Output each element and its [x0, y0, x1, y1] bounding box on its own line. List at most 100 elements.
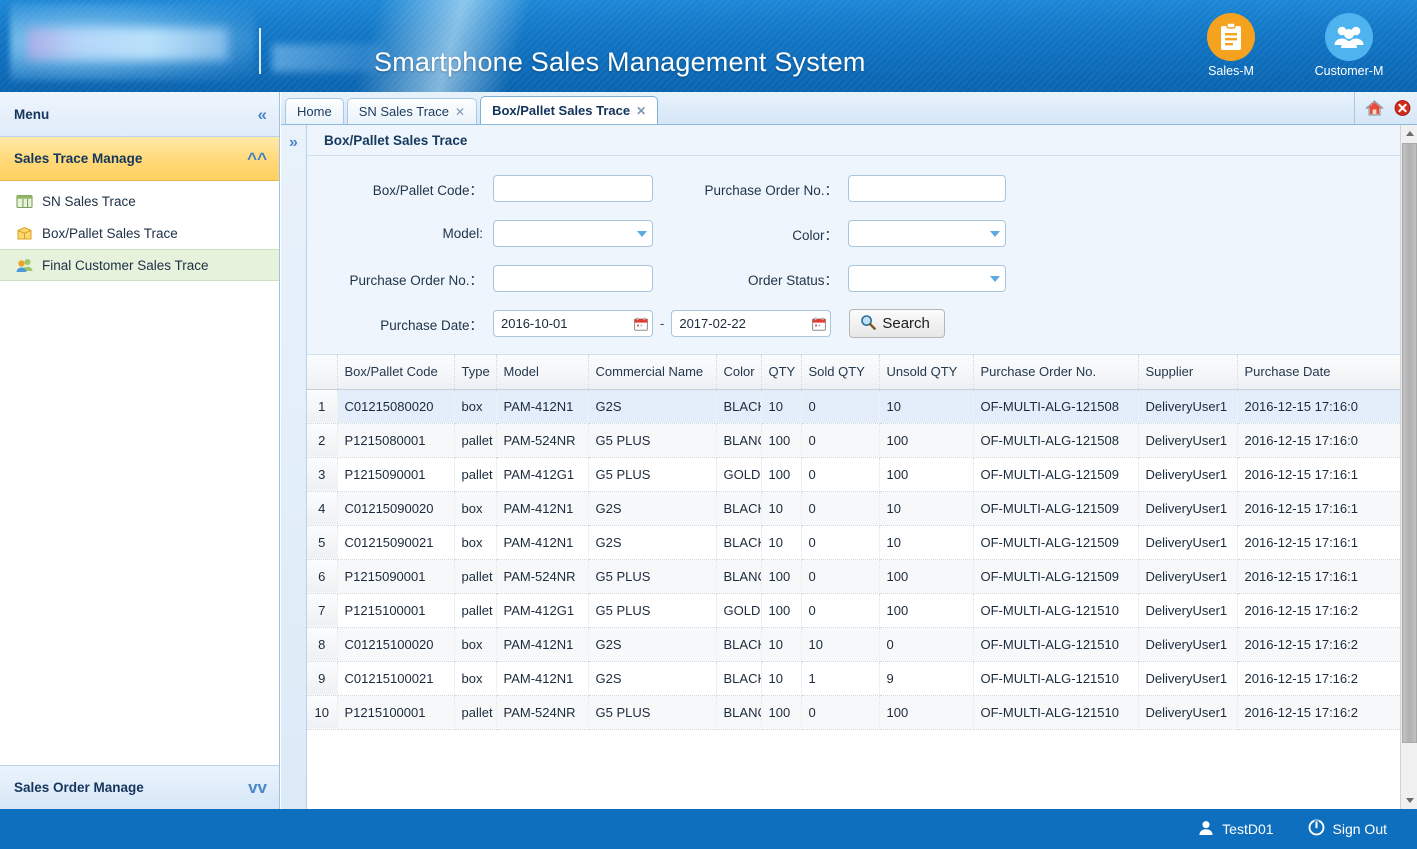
- purchase-date-from-input[interactable]: [493, 310, 653, 337]
- search-button-label: Search: [882, 315, 930, 332]
- cell-supplier: DeliveryUser1: [1138, 525, 1238, 560]
- chevron-double-left-icon[interactable]: «: [258, 106, 267, 123]
- cell-box-pallet-code: C01215100020: [337, 627, 455, 662]
- cell-model: PAM-524NR: [496, 423, 589, 458]
- scrollbar-thumb[interactable]: [1402, 143, 1417, 743]
- table-row[interactable]: 8C01215100020boxPAM-412N1G2SBLACK10100OF…: [307, 627, 1417, 662]
- cell-purchase-date: 2016-12-15 17:16:1: [1237, 525, 1417, 560]
- column-header-supplier[interactable]: Supplier: [1138, 355, 1238, 390]
- row-index: 6: [307, 559, 338, 594]
- close-all-icon[interactable]: [1389, 96, 1415, 120]
- app-banner: Smartphone Sales Management System Sales…: [0, 0, 1417, 92]
- cell-commercial-name: G2S: [588, 661, 717, 696]
- cell-model: PAM-412N1: [496, 627, 589, 662]
- table-row[interactable]: 4C01215090020boxPAM-412N1G2SBLACK10010OF…: [307, 491, 1417, 526]
- current-user[interactable]: TestD01: [1198, 820, 1274, 839]
- results-table: Box/Pallet Code Type Model Commercial Na…: [307, 355, 1417, 730]
- purchase-order-no-input[interactable]: [493, 265, 653, 292]
- purchase-date-to-wrap: [671, 310, 832, 337]
- tab-box-pallet-sales-trace[interactable]: Box/Pallet Sales Trace ✕: [480, 96, 659, 124]
- close-icon[interactable]: ✕: [455, 105, 465, 119]
- close-icon[interactable]: ✕: [636, 104, 646, 118]
- cell-type: box: [454, 525, 497, 560]
- column-header-color[interactable]: Color: [716, 355, 762, 390]
- banner-subtitle-blur: [272, 44, 382, 72]
- color-label: Color：: [792, 227, 838, 243]
- sidebar-item-label: Box/Pallet Sales Trace: [42, 225, 178, 241]
- cell-type: pallet: [454, 695, 497, 730]
- column-header-purchase-order-no[interactable]: Purchase Order No.: [973, 355, 1139, 390]
- tab-sn-sales-trace[interactable]: SN Sales Trace ✕: [346, 98, 478, 124]
- vertical-scrollbar[interactable]: [1400, 125, 1417, 809]
- status-bar: TestD01 Sign Out: [0, 809, 1417, 849]
- cell-purchase-order-no: OF-MULTI-ALG-121510: [973, 593, 1139, 628]
- chevron-double-down-icon[interactable]: vv: [248, 779, 267, 796]
- chevron-double-right-icon[interactable]: »: [289, 134, 298, 151]
- sidebar-group-sales-trace-manage[interactable]: Sales Trace Manage ^^: [0, 137, 279, 181]
- column-header-qty[interactable]: QTY: [761, 355, 802, 390]
- column-header-commercial-name[interactable]: Commercial Name: [588, 355, 717, 390]
- cell-purchase-date: 2016-12-15 17:16:2: [1237, 661, 1417, 696]
- tab-list: Home SN Sales Trace ✕ Box/Pallet Sales T…: [285, 96, 659, 124]
- chevron-double-up-icon[interactable]: ^^: [247, 150, 267, 167]
- tab-home[interactable]: Home: [285, 98, 344, 124]
- table-row[interactable]: 6P1215090001palletPAM-524NRG5 PLUSBLANC1…: [307, 559, 1417, 594]
- main-area: Home SN Sales Trace ✕ Box/Pallet Sales T…: [281, 92, 1417, 809]
- tab-bar: Home SN Sales Trace ✕ Box/Pallet Sales T…: [281, 92, 1417, 125]
- row-index: 2: [307, 423, 338, 458]
- cell-model: PAM-412N1: [496, 491, 589, 526]
- box-pallet-code-input[interactable]: [493, 175, 653, 202]
- module-sales-m[interactable]: Sales-M: [1185, 13, 1277, 78]
- table-row[interactable]: 7 P1215100001 pallet PAM-412G1 G5 PLUS GOLD 10…: [307, 593, 1417, 628]
- sidebar-item-sn-sales-trace[interactable]: SN Sales Trace: [0, 185, 279, 217]
- order-status-select[interactable]: [848, 265, 1006, 292]
- page-title: Box/Pallet Sales Trace: [307, 125, 1417, 156]
- cell-supplier: DeliveryUser1: [1138, 491, 1238, 526]
- content-area: » Box/Pallet Sales Trace Box/Pallet Code…: [281, 125, 1417, 809]
- color-select[interactable]: [848, 220, 1006, 247]
- cell-purchase-order-no: OF-MULTI-ALG-121509: [973, 491, 1139, 526]
- table-row[interactable]: 5C01215090021boxPAM-412N1G2SBLACK10010OF…: [307, 525, 1417, 560]
- cell-unsold-qty: 100: [879, 695, 974, 730]
- sidebar-item-final-customer-sales-trace[interactable]: Final Customer Sales Trace: [0, 249, 279, 281]
- column-header-unsold-qty[interactable]: Unsold QTY: [879, 355, 974, 390]
- scroll-up-arrow-icon[interactable]: [1401, 125, 1417, 142]
- column-header-model[interactable]: Model: [496, 355, 589, 390]
- cell-unsold-qty: 10: [879, 389, 974, 424]
- column-header-purchase-date[interactable]: Purchase Date: [1237, 355, 1417, 390]
- sidebar-item-box-pallet-sales-trace[interactable]: Box/Pallet Sales Trace: [0, 217, 279, 249]
- module-customer-m[interactable]: Customer-M: [1303, 13, 1395, 78]
- cell-supplier: DeliveryUser1: [1138, 457, 1238, 492]
- cell-color: GOLD: [716, 457, 762, 492]
- column-header-sold-qty[interactable]: Sold QTY: [801, 355, 880, 390]
- cell-commercial-name: G2S: [588, 491, 717, 526]
- calendar-icon[interactable]: [812, 316, 827, 331]
- purchase-date-to-input[interactable]: [671, 310, 832, 337]
- table-header-row: Box/Pallet Code Type Model Commercial Na…: [307, 355, 1417, 390]
- table-body: 1C01215080020boxPAM-412N1G2SBLACK10010OF…: [307, 389, 1417, 730]
- search-button[interactable]: Search: [849, 309, 945, 338]
- cell-color: BLACK: [716, 525, 762, 560]
- table-row[interactable]: 1C01215080020boxPAM-412N1G2SBLACK10010OF…: [307, 389, 1417, 424]
- cell-color: GOLD: [716, 593, 762, 628]
- table-row[interactable]: 9C01215100021boxPAM-412N1G2SBLACK1019OF-…: [307, 661, 1417, 696]
- purchase-order-no-input-top[interactable]: [848, 175, 1006, 202]
- home-icon[interactable]: [1361, 96, 1387, 120]
- panel-collapse-rail[interactable]: »: [281, 125, 307, 809]
- cell-purchase-date: 2016-12-15 17:16:1: [1237, 559, 1417, 594]
- calendar-icon[interactable]: [634, 316, 648, 331]
- table-row[interactable]: 2P1215080001palletPAM-524NRG5 PLUSBLANC1…: [307, 423, 1417, 458]
- table-row[interactable]: 3 P1215090001 pallet PAM-412G1 G5 PLUS GOLD 10…: [307, 457, 1417, 492]
- model-select[interactable]: [493, 220, 653, 247]
- scroll-down-arrow-icon[interactable]: [1401, 792, 1417, 809]
- box-pallet-code-label: Box/Pallet Code：: [372, 182, 483, 198]
- sidebar-group-sales-order-manage[interactable]: Sales Order Manage vv: [0, 765, 279, 809]
- cell-purchase-order-no: OF-MULTI-ALG-121508: [973, 423, 1139, 458]
- sign-out-button[interactable]: Sign Out: [1308, 819, 1387, 839]
- column-header-type[interactable]: Type: [454, 355, 497, 390]
- row-index: 8: [307, 627, 338, 662]
- cell-purchase-date: 2016-12-15 17:16:0: [1237, 389, 1417, 424]
- column-header-box-pallet-code[interactable]: Box/Pallet Code: [337, 355, 455, 390]
- box-icon: [16, 225, 33, 242]
- table-row[interactable]: 10P1215100001palletPAM-524NRG5 PLUSBLANC…: [307, 695, 1417, 730]
